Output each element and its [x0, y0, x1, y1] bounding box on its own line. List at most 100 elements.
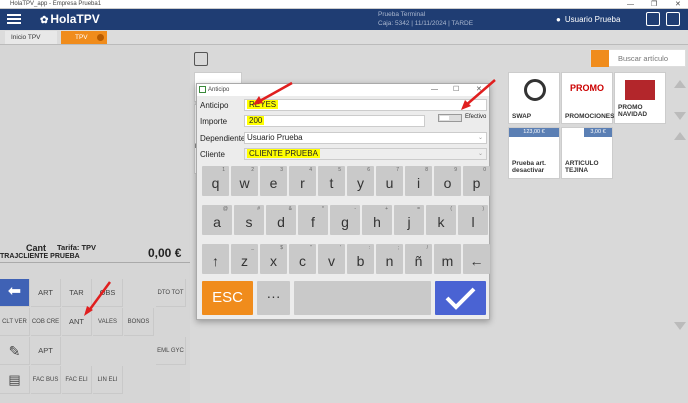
shift-key[interactable]: ↑ — [202, 244, 229, 274]
key-p[interactable]: 0p — [463, 166, 490, 196]
key-k[interactable]: (k — [426, 205, 456, 235]
key-u[interactable]: 7u — [376, 166, 403, 196]
lin-eli-button[interactable]: LIN ELI — [93, 366, 123, 394]
app-header: ✿ HolaTPV Prueba Terminal Caja: 5342 | 11… — [0, 9, 688, 30]
tab-bar: Inicio TPV TPV — [0, 30, 688, 45]
scroll-down-icon[interactable] — [674, 322, 686, 330]
exit-icon[interactable] — [194, 52, 208, 66]
key-z[interactable]: _ z — [231, 244, 258, 274]
close-tab-icon[interactable] — [97, 34, 104, 41]
minimize-button[interactable]: — — [627, 0, 634, 9]
ticket-total: 0,00 € — [148, 246, 182, 260]
dialog-title-bar: Anticipo — ☐ ✕ — [197, 84, 489, 96]
tab-tpv[interactable]: TPV — [61, 31, 107, 44]
key-c[interactable]: " c — [289, 244, 316, 274]
key-n[interactable]: ; n — [376, 244, 403, 274]
terminal-info: Prueba Terminal Caja: 5342 | 11/11/2024 … — [378, 10, 473, 28]
cliente-select[interactable]: CLIENTE PRUEBA ⌄ — [244, 148, 487, 160]
fac-bus-button[interactable]: FAC BUS — [31, 366, 61, 394]
cant-label: Cant — [26, 243, 46, 253]
key-l[interactable]: ) l — [458, 205, 488, 235]
promo-icon: PROMO — [570, 83, 605, 93]
window-title: HolaTPV_app - Empresa Prueba1 — [10, 1, 102, 7]
efectivo-label: Efectivo — [465, 114, 487, 120]
logout-icon[interactable] — [646, 12, 660, 26]
terminal-name: Prueba Terminal — [378, 11, 426, 18]
anticipo-dialog: Anticipo — ☐ ✕ Anticipo REYES Importe 20… — [196, 83, 490, 320]
art-button[interactable]: ART — [31, 279, 61, 307]
dialog-app-icon — [199, 86, 206, 93]
hamburger-menu-icon[interactable] — [7, 12, 21, 26]
cob-cre-button[interactable]: COB CRE — [31, 308, 61, 336]
key-o[interactable]: 9o — [434, 166, 461, 196]
key-h[interactable]: + h — [362, 205, 392, 235]
client-line: TRAJCLIENTE PRUEBA — [0, 253, 80, 260]
lock-icon[interactable] — [666, 12, 680, 26]
close-button[interactable]: ✕ — [675, 0, 681, 9]
checkmark-icon — [445, 287, 476, 310]
importe-label: Importe — [200, 117, 228, 126]
dependiente-select[interactable]: Usuario Prueba ⌄ — [244, 132, 487, 144]
symbols-key[interactable]: ··· — [257, 281, 290, 315]
efectivo-toggle[interactable] — [438, 114, 462, 122]
key-m[interactable]: m — [434, 244, 461, 274]
space-key[interactable] — [294, 281, 431, 315]
price-badge: 123,00 € — [509, 128, 559, 137]
key-v[interactable]: ' v — [318, 244, 345, 274]
search-icon — [591, 50, 609, 67]
promociones-tile[interactable]: PROMO PROMOCIONES — [561, 72, 614, 124]
key-s[interactable]: # s — [234, 205, 264, 235]
key-a[interactable]: @ a — [202, 205, 232, 235]
app-logo: ✿ HolaTPV — [40, 12, 100, 26]
esc-button[interactable]: ESC — [202, 281, 253, 315]
bonos-button[interactable]: BONOS — [124, 308, 154, 336]
key-y[interactable]: 6y — [347, 166, 374, 196]
swap-tile[interactable]: SWAP — [508, 72, 560, 124]
fac-eli-button[interactable]: FAC ELI — [62, 366, 92, 394]
tab-inicio-tpv[interactable]: Inicio TPV — [5, 31, 57, 44]
key-i[interactable]: 8i — [405, 166, 432, 196]
chevron-down-icon: ⌄ — [477, 151, 483, 157]
key-r[interactable]: 4r — [289, 166, 316, 196]
maximize-button[interactable]: ❐ — [651, 0, 657, 9]
dialog-minimize-button[interactable]: — — [431, 84, 438, 96]
chevron-down-icon: ⌄ — [477, 135, 483, 141]
back-arrow-button[interactable]: ⬅ — [0, 279, 30, 307]
key-w[interactable]: 2w — [231, 166, 258, 196]
promo-navidad-tile[interactable]: PROMO NAVIDAD — [614, 72, 666, 124]
importe-input[interactable]: 200 — [244, 115, 425, 127]
current-user: ● Usuario Prueba — [556, 15, 621, 24]
key-f[interactable]: * f — [298, 205, 328, 235]
divider — [0, 262, 190, 263]
key-e[interactable]: 3e — [260, 166, 287, 196]
key-j[interactable]: = j — [394, 205, 424, 235]
confirm-button[interactable] — [435, 281, 486, 315]
dto-tot-button[interactable]: DTO TOT — [156, 279, 186, 307]
edit-icon[interactable]: ✎ — [0, 337, 30, 365]
apt-button[interactable]: APT — [31, 337, 61, 365]
user-icon: ● — [556, 15, 561, 24]
annotation-arrow-icon — [84, 281, 112, 316]
anticipo-label: Anticipo — [200, 101, 229, 110]
search-input[interactable]: Buscar artículo — [590, 49, 686, 67]
virtual-keyboard: 1q 2w 3e 4r 5t 6y 7u 8i 9o 0p @ a # s & d *… — [200, 164, 490, 318]
key-t[interactable]: 5t — [318, 166, 345, 196]
scroll-up-icon[interactable] — [674, 132, 686, 140]
product-tile-prueba-art[interactable]: 123,00 € Prueba art. desactivar — [508, 127, 560, 179]
price-badge: 3,00 € — [584, 128, 612, 137]
product-tile-articulo-tejina[interactable]: 3,00 € ARTICULO TEJINA — [561, 127, 613, 179]
eml-gyc-button[interactable]: EML GYC — [156, 337, 186, 365]
key-x[interactable]: $ x — [260, 244, 287, 274]
clipboard-icon[interactable]: ▤ — [0, 366, 30, 394]
key-b[interactable]: :b — [347, 244, 374, 274]
key-q[interactable]: 1q — [202, 166, 229, 196]
window-title-bar: HolaTPV_app - Empresa Prueba1 — ❐ ✕ — [0, 0, 688, 9]
key-g[interactable]: -g — [330, 205, 360, 235]
clt-ver-button[interactable]: CLT VER — [0, 308, 30, 336]
scroll-up-icon[interactable] — [674, 80, 686, 88]
key-enye[interactable]: / ñ — [405, 244, 432, 274]
key-d[interactable]: & d — [266, 205, 296, 235]
backspace-key[interactable]: ← — [463, 244, 490, 274]
promo-navidad-icon — [625, 80, 655, 100]
scroll-down-icon[interactable] — [674, 112, 686, 120]
